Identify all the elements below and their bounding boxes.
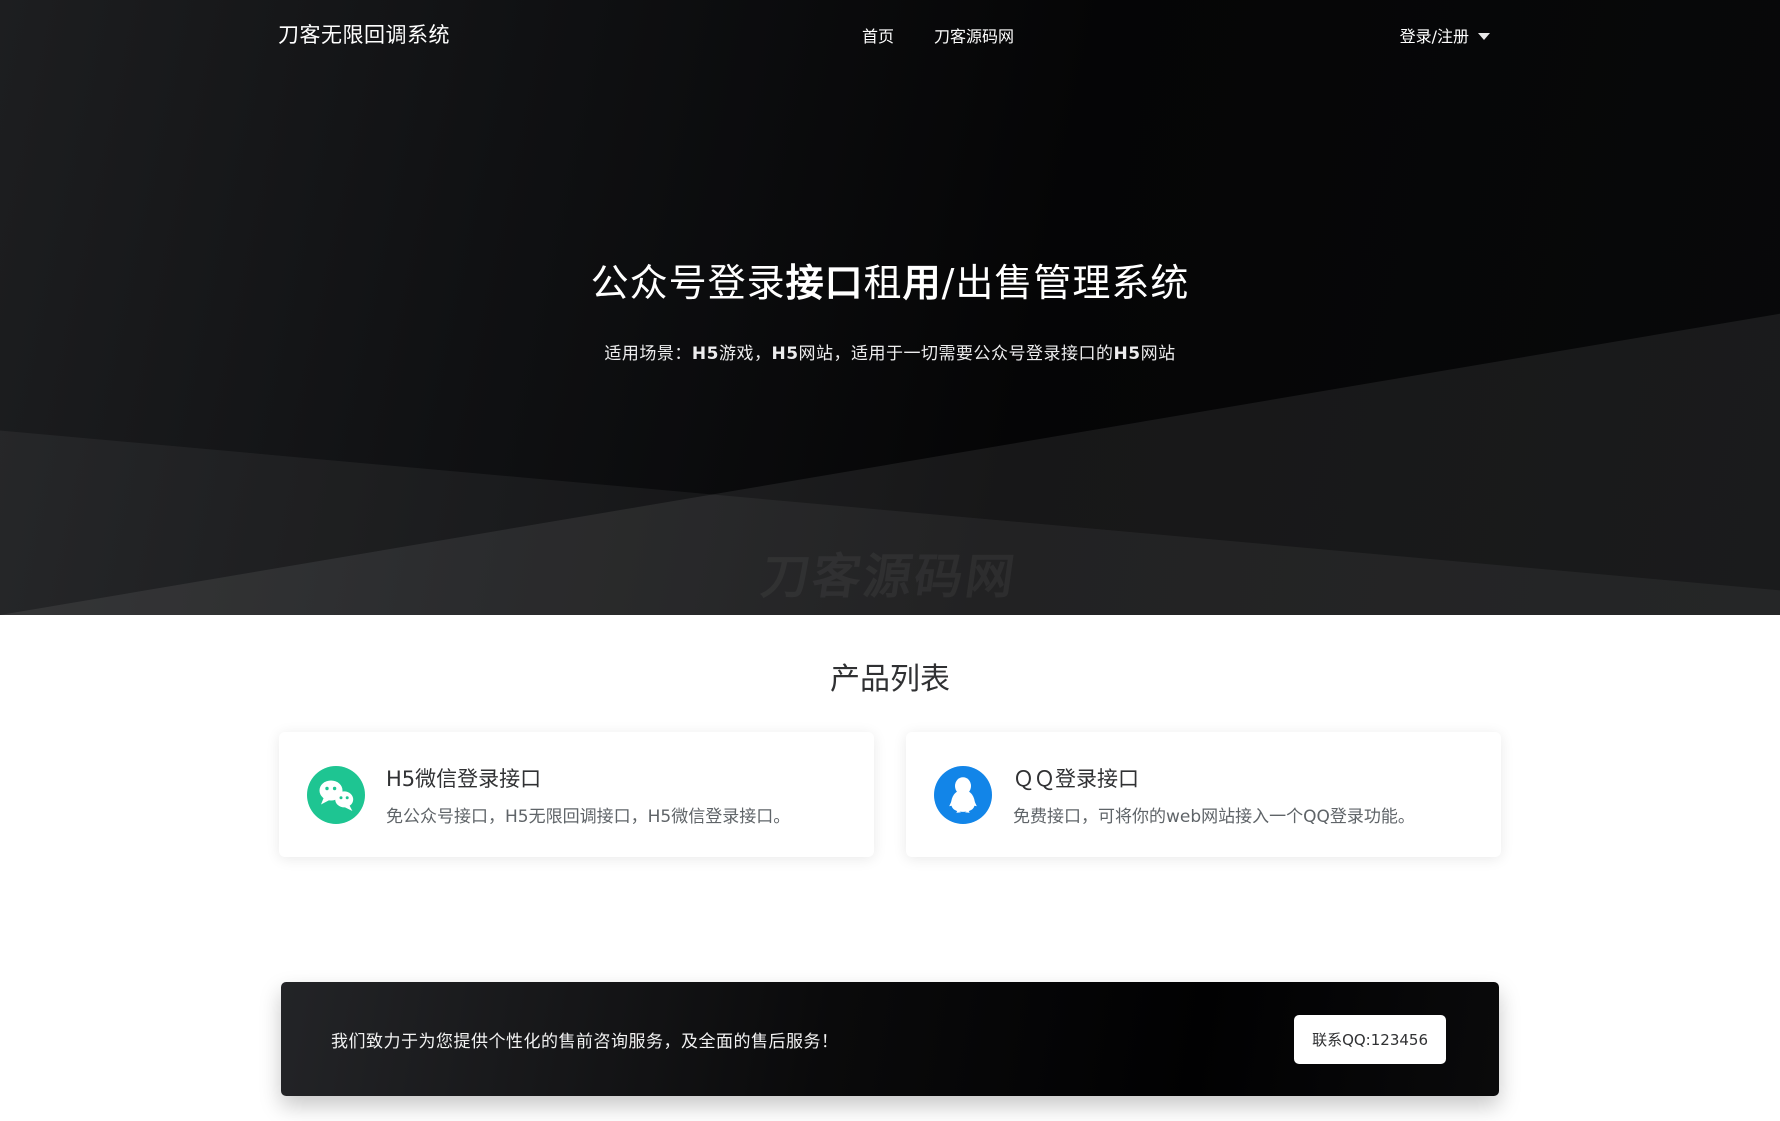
hero-subtitle-segment: 适用场景： bbox=[604, 344, 692, 364]
navbar: 刀客无限回调系统 首页 刀客源码网 登录/注册 bbox=[0, 0, 1780, 70]
contact-banner: 我们致力于为您提供个性化的售前咨询服务，及全面的售后服务！ 联系QQ:12345… bbox=[281, 982, 1499, 1096]
product-card-text: ＱＱ登录接口 免费接口，可将你的web网站接入一个QQ登录功能。 bbox=[1013, 763, 1415, 827]
brand-logo[interactable]: 刀客无限回调系统 bbox=[278, 0, 450, 70]
hero-subtitle-segment: 网站 bbox=[1141, 344, 1176, 364]
hero-subtitle-segment: H5 bbox=[771, 344, 798, 364]
hero-section: 刀客无限回调系统 首页 刀客源码网 登录/注册 公众号登录接口租用/出售管理系统… bbox=[0, 0, 1780, 615]
product-card-text: H5微信登录接口 免公众号接口，H5无限回调接口，H5微信登录接口。 bbox=[386, 763, 790, 827]
hero-subtitle: 适用场景：H5游戏，H5网站，适用于一切需要公众号登录接口的H5网站 bbox=[0, 339, 1780, 364]
hero-subtitle-segment: H5 bbox=[692, 344, 719, 364]
login-register-label: 登录/注册 bbox=[1400, 23, 1469, 47]
product-card-list: H5微信登录接口 免公众号接口，H5无限回调接口，H5微信登录接口。 ＱＱ登录接… bbox=[279, 732, 1501, 857]
product-card-description: 免费接口，可将你的web网站接入一个QQ登录功能。 bbox=[1013, 802, 1415, 827]
hero-title-segment: 租 bbox=[864, 261, 903, 305]
login-register-dropdown[interactable]: 登录/注册 bbox=[1400, 0, 1490, 70]
hero-subtitle-segment: H5 bbox=[1114, 344, 1141, 364]
product-card-qq[interactable]: ＱＱ登录接口 免费接口，可将你的web网站接入一个QQ登录功能。 bbox=[906, 732, 1501, 857]
product-card-title: ＱＱ登录接口 bbox=[1013, 763, 1415, 793]
product-card-description: 免公众号接口，H5无限回调接口，H5微信登录接口。 bbox=[386, 802, 790, 827]
contact-banner-text: 我们致力于为您提供个性化的售前咨询服务，及全面的售后服务！ bbox=[331, 1027, 839, 1052]
nav-item-home[interactable]: 首页 bbox=[862, 23, 894, 47]
hero-title-segment: 用 bbox=[903, 261, 942, 305]
wechat-icon bbox=[307, 766, 365, 824]
product-card-title: H5微信登录接口 bbox=[386, 763, 790, 793]
hero-title-segment: /出售管理系统 bbox=[942, 261, 1190, 305]
background-watermark-text: 刀客源码网 bbox=[758, 537, 1023, 607]
caret-down-icon bbox=[1478, 33, 1490, 40]
nav-item-daoke-source[interactable]: 刀客源码网 bbox=[934, 23, 1014, 47]
hero-subtitle-segment: 游戏， bbox=[719, 344, 772, 364]
hero-title-segment: 接口 bbox=[786, 261, 864, 305]
product-card-wechat[interactable]: H5微信登录接口 免公众号接口，H5无限回调接口，H5微信登录接口。 bbox=[279, 732, 874, 857]
nav-links: 首页 刀客源码网 bbox=[862, 0, 1014, 70]
hero-subtitle-segment: 网站，适用于一切需要公众号登录接口的 bbox=[799, 344, 1114, 364]
contact-qq-button[interactable]: 联系QQ:123456 bbox=[1294, 1015, 1446, 1064]
hero-title-segment: 公众号登录 bbox=[591, 261, 786, 305]
qq-icon bbox=[934, 766, 992, 824]
products-heading: 产品列表 bbox=[0, 657, 1780, 703]
